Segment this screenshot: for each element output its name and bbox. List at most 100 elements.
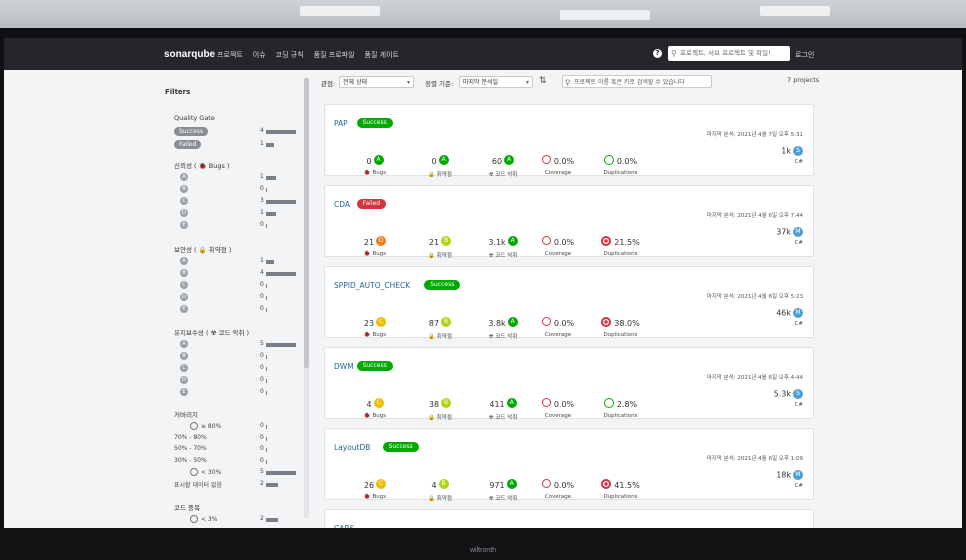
facet-count: 1 (260, 173, 264, 180)
code-smells-metric-value-row: 3.1k A (473, 230, 533, 249)
coverage-metric[interactable]: 0.0% Coverage (533, 473, 583, 500)
nav-item[interactable]: 이슈 (253, 50, 266, 60)
code-smells-metric[interactable]: 971 A ☢ 코드 악취 (473, 473, 533, 502)
sidebar-scrollbar-thumb[interactable] (304, 78, 309, 368)
coverage-range-text: < 30% (201, 468, 222, 476)
coverage-facet-row[interactable]: 70% - 80% 0 (174, 434, 314, 444)
nav-item[interactable]: 품질 프로파일 (314, 50, 355, 60)
ceiling-light (300, 6, 380, 16)
facet-count: 0 (260, 305, 264, 312)
maintainability-facet-row[interactable]: E0 (174, 388, 314, 398)
login-link[interactable]: 로그인 (795, 50, 814, 60)
search-icon: ⚲ (565, 78, 571, 87)
reliability-facet-row[interactable]: A1 (174, 173, 314, 183)
project-name-link[interactable]: PAP (334, 119, 348, 128)
maintainability-facet-row[interactable]: C0 (174, 364, 314, 374)
sonarqube-logo[interactable]: sonarqube (164, 49, 215, 60)
project-name-link[interactable]: LayoutDB (334, 443, 370, 452)
maintainability-facet-row[interactable]: D0 (174, 376, 314, 386)
maintainability-facet-row[interactable]: B0 (174, 352, 314, 362)
coverage-facet-row[interactable]: 30% - 50% 0 (174, 457, 314, 467)
duplications-facet-row[interactable]: < 3% 2 (174, 515, 314, 525)
sort-label: 정렬 기준: (425, 80, 454, 88)
vulnerabilities-metric[interactable]: 38 B 🔒 취약점 (410, 392, 470, 421)
facet-count: 0 (260, 445, 264, 452)
reliability-facet-row[interactable]: E0 (174, 221, 314, 231)
bugs-metric[interactable]: 4 C 🐞 Bugs (345, 392, 405, 419)
facet-bar (266, 188, 267, 192)
coverage-range-text: 50% - 70% (174, 445, 207, 452)
bugs-metric-value: 23 (363, 319, 375, 328)
rating-B-dot: B (180, 352, 188, 360)
security-facet-row[interactable]: E0 (174, 305, 314, 315)
coverage-facet-row[interactable]: < 30% 5 (174, 468, 314, 478)
bugs-metric[interactable]: 23 C 🐞 Bugs (345, 311, 405, 338)
duplications-metric[interactable]: 0.0% Duplications (593, 149, 648, 176)
project-size-value: 5.3k (773, 389, 791, 399)
security-facet-row[interactable]: B4 (174, 269, 314, 279)
coverage-metric[interactable]: 0.0% Coverage (533, 311, 583, 338)
facet-count: 4 (260, 269, 264, 276)
project-search-input[interactable]: ⚲ 프로젝트 이름 혹은 키로 검색할 수 있습니다 (562, 75, 712, 88)
facet-bar (266, 482, 278, 487)
facet-count: 1 (260, 140, 264, 147)
duplications-metric[interactable]: 38.0% Duplications (593, 311, 648, 338)
nav-item[interactable]: 품질 게이트 (365, 50, 399, 60)
security-facet-row[interactable]: A1 (174, 257, 314, 267)
monitor-brand: wiltronth (470, 547, 497, 554)
size-rating-badge: M (793, 470, 803, 480)
quality_gate-facet-row[interactable]: Failed 1 (174, 140, 314, 150)
bugs-metric-label: 🐞 Bugs (345, 494, 405, 500)
duplications-metric[interactable]: 41.5% Duplications (593, 473, 648, 500)
maintainability-facet-row[interactable]: A5 (174, 340, 314, 350)
sort-direction-icon[interactable]: ⇅ (539, 76, 547, 86)
coverage-metric[interactable]: 0.0% Coverage (533, 392, 583, 419)
reliability-facet-row[interactable]: D1 (174, 209, 314, 219)
vulnerabilities-metric-label: 🔒 취약점 (410, 251, 470, 259)
project-name-link[interactable]: CARS (334, 524, 354, 528)
bugs-metric[interactable]: 0 A 🐞 Bugs (345, 149, 405, 176)
duplications-label: Duplications (603, 494, 638, 500)
coverage-facet-row[interactable]: 50% - 70% 0 (174, 445, 314, 455)
global-search-input[interactable]: ⚲ 프로젝트, 서브 프로젝트 및 파일! (668, 46, 790, 61)
vulnerabilities-metric[interactable]: 4 B 🔒 취약점 (410, 473, 470, 502)
code-smells-metric[interactable]: 60 A ☢ 코드 악취 (473, 149, 533, 178)
rating-B-dot: B (180, 185, 188, 193)
duplications-value-row: 2.8% (593, 392, 648, 411)
quality_gate-facet-row[interactable]: Success 4 (174, 127, 314, 137)
nav-item[interactable]: 코딩 규칙 (276, 50, 304, 60)
coverage-metric[interactable]: 0.0% Coverage (533, 230, 583, 257)
reliability-facet-row[interactable]: C3 (174, 197, 314, 207)
duplications-value: 0.0% (616, 157, 638, 166)
code-smells-metric[interactable]: 3.8k A ☢ 코드 악취 (473, 311, 533, 340)
bugs-metric[interactable]: 21 D 🐞 Bugs (345, 230, 405, 257)
vulnerabilities-metric[interactable]: 0 A 🔒 취약점 (410, 149, 470, 178)
project-name-link[interactable]: DWM (334, 362, 354, 371)
duplications-metric[interactable]: 2.8% Duplications (593, 392, 648, 419)
perspective-select[interactable]: 전체 상태 ▾ (339, 76, 414, 88)
project-name-link[interactable]: SPPID_AUTO_CHECK (334, 281, 410, 290)
vulnerabilities-metric-value-row: 4B (410, 473, 470, 492)
security-facet-row[interactable]: C0 (174, 281, 314, 291)
coverage-facet-row[interactable]: ≥ 80% 0 (174, 422, 314, 432)
bugs-metric[interactable]: 26 C 🐞 Bugs (345, 473, 405, 500)
nav-item[interactable]: 프로젝트 (217, 50, 243, 60)
code-smells-metric[interactable]: 411 A ☢ 코드 악취 (473, 392, 533, 421)
vulnerabilities-metric[interactable]: 87 B 🔒 취약점 (410, 311, 470, 340)
duplications-value-row: 41.5% (593, 473, 648, 492)
sort-select[interactable]: 마지막 분석일 ▾ (459, 76, 533, 88)
project-card: SPPID_AUTO_CHECK Success 마지막 분석: 2021년 4월 … (324, 266, 814, 340)
project-name-link[interactable]: CDA (334, 200, 350, 209)
reliability-facet-row[interactable]: B0 (174, 185, 314, 195)
coverage-metric[interactable]: 0.0% Coverage (533, 149, 583, 176)
code-smells-metric[interactable]: 3.1k A ☢ 코드 악취 (473, 230, 533, 259)
coverage-value-row: 0.0% (533, 392, 583, 411)
vulnerabilities-metric-label: 🔒 취약점 (410, 494, 470, 502)
security-facet-row[interactable]: D0 (174, 293, 314, 303)
facet-bar (266, 143, 274, 147)
coverage-facet-row[interactable]: 표시할 데이터 없음 2 (174, 480, 314, 490)
vulnerabilities-metric[interactable]: 21 B 🔒 취약점 (410, 230, 470, 259)
last-analysis-date: 마지막 분석: 2021년 4월 6일 오후 4:44 (706, 375, 803, 381)
help-icon[interactable]: ? (653, 49, 662, 58)
duplications-metric[interactable]: 21.5% Duplications (593, 230, 648, 257)
